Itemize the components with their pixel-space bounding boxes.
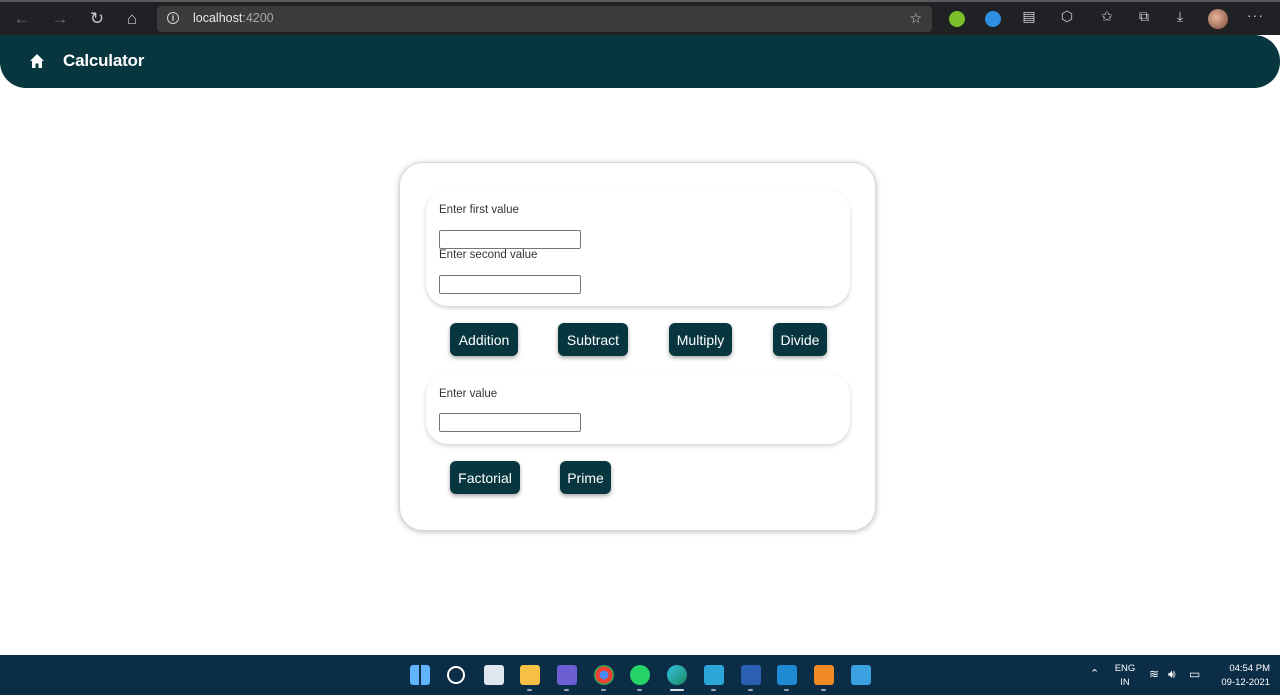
language-code[interactable]: ENG (1112, 663, 1138, 674)
search-icon[interactable] (447, 666, 465, 684)
second-value-label: Enter second value (439, 249, 538, 261)
whatsapp-icon[interactable] (630, 665, 650, 685)
extension-green-icon[interactable] (949, 11, 965, 27)
more-icon[interactable]: ··· (1247, 7, 1264, 23)
downloads-icon[interactable]: ⤓ (1170, 8, 1190, 25)
running-indicator (784, 689, 789, 691)
region-code[interactable]: IN (1112, 677, 1138, 688)
chrome-icon[interactable] (594, 665, 614, 685)
forward-icon[interactable]: → (48, 7, 72, 31)
multiply-button[interactable]: Multiply (669, 323, 732, 356)
home-icon[interactable] (29, 53, 45, 69)
active-indicator (670, 689, 684, 691)
app-title: Calculator (63, 51, 145, 70)
volume-icon[interactable]: 🔊︎ (1168, 667, 1176, 682)
tab-actions-icon[interactable]: ▤ (1019, 8, 1039, 25)
url-port: :4200 (242, 11, 274, 25)
task-view-icon[interactable] (484, 665, 504, 685)
battery-icon[interactable]: ▭ (1189, 667, 1200, 681)
unary-input-panel: Enter value (426, 373, 850, 444)
running-indicator (748, 689, 753, 691)
edge-icon[interactable] (667, 665, 687, 685)
back-icon[interactable]: ← (10, 7, 34, 31)
binary-input-panel: Enter first value Enter second value (426, 190, 850, 306)
running-indicator (601, 689, 606, 691)
collections-icon[interactable]: ⧉ (1134, 8, 1154, 25)
info-icon[interactable]: i (167, 12, 179, 24)
start-icon[interactable] (410, 665, 430, 685)
favorite-add-icon[interactable]: ☆ (909, 10, 922, 27)
first-value-label: Enter first value (439, 204, 519, 216)
value-input[interactable] (439, 413, 581, 432)
running-indicator (527, 689, 532, 691)
chevron-up-icon[interactable]: ⌃ (1090, 667, 1099, 680)
url-text[interactable]: localhost:4200 (193, 11, 274, 25)
profile-avatar[interactable] (1208, 9, 1228, 29)
divide-button[interactable]: Divide (773, 323, 827, 356)
running-indicator (564, 689, 569, 691)
addition-button[interactable]: Addition (450, 323, 518, 356)
browser-toolbar: ← → ↻ ⌂ i localhost:4200 ☆ ▤ ⬡ ✩ ⧉ ⤓ ··· (0, 0, 1280, 35)
extension-blue-icon[interactable] (985, 11, 1001, 27)
wifi-icon[interactable]: ≋ (1149, 667, 1159, 681)
browser-home-icon[interactable]: ⌂ (120, 7, 144, 31)
second-value-input[interactable] (439, 275, 581, 294)
clock-date[interactable]: 09-12-2021 (1212, 677, 1270, 688)
store-icon[interactable] (704, 665, 724, 685)
running-indicator (637, 689, 642, 691)
url-host: localhost (193, 11, 243, 25)
extensions-icon[interactable]: ⬡ (1057, 8, 1077, 25)
first-value-input[interactable] (439, 230, 581, 249)
word-icon[interactable] (741, 665, 761, 685)
xampp-icon[interactable] (814, 665, 834, 685)
favorites-icon[interactable]: ✩ (1097, 8, 1117, 25)
clock-time[interactable]: 04:54 PM (1212, 663, 1270, 674)
subtract-button[interactable]: Subtract (558, 323, 628, 356)
prime-button[interactable]: Prime (560, 461, 611, 494)
vscode-icon[interactable] (777, 665, 797, 685)
windows-taskbar: ⌃ ENG IN ≋ 🔊︎ ▭ 04:54 PM 09-12-2021 (0, 655, 1280, 695)
file-explorer-icon[interactable] (520, 665, 540, 685)
factorial-button[interactable]: Factorial (450, 461, 520, 494)
running-indicator (821, 689, 826, 691)
photos-icon[interactable] (851, 665, 871, 685)
app-header: Calculator (0, 35, 1280, 88)
value-label: Enter value (439, 388, 498, 400)
refresh-icon[interactable]: ↻ (85, 7, 109, 31)
teams-icon[interactable] (557, 665, 577, 685)
running-indicator (711, 689, 716, 691)
calculator-card: Enter first value Enter second value Add… (399, 162, 876, 531)
address-bar[interactable]: i localhost:4200 ☆ (157, 6, 932, 32)
